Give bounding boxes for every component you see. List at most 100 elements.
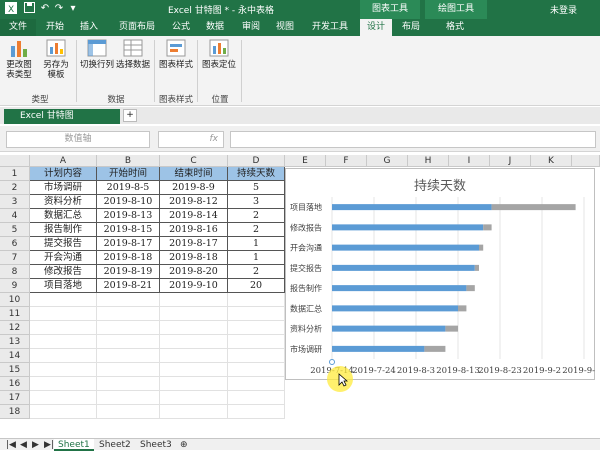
column-header-j[interactable]: J xyxy=(490,155,531,167)
table-cell[interactable]: 2019-8-21 xyxy=(97,279,160,293)
table-header-cell[interactable]: 持续天数 xyxy=(228,167,285,181)
row-header[interactable]: 8 xyxy=(0,265,30,279)
column-header-d[interactable]: D xyxy=(228,155,285,167)
empty-cell[interactable] xyxy=(160,391,228,405)
row-header[interactable]: 15 xyxy=(0,363,30,377)
empty-cell[interactable] xyxy=(228,349,285,363)
empty-cell[interactable] xyxy=(30,335,97,349)
table-cell[interactable]: 提交报告 xyxy=(30,237,97,251)
column-header-f[interactable]: F xyxy=(326,155,367,167)
empty-cell[interactable] xyxy=(97,363,160,377)
chart-bar-start[interactable] xyxy=(332,224,484,231)
empty-cell[interactable] xyxy=(228,391,285,405)
table-cell[interactable]: 2019-9-10 xyxy=(160,279,228,293)
row-header[interactable]: 10 xyxy=(0,293,30,307)
row-header[interactable]: 12 xyxy=(0,321,30,335)
table-cell[interactable]: 5 xyxy=(228,181,285,195)
empty-cell[interactable] xyxy=(228,335,285,349)
tab-formulas[interactable]: 公式 xyxy=(166,19,196,36)
table-cell[interactable]: 2019-8-15 xyxy=(97,223,160,237)
table-cell[interactable]: 2019-8-17 xyxy=(160,237,228,251)
row-header[interactable]: 9 xyxy=(0,279,30,293)
name-box[interactable]: 数值轴 xyxy=(6,131,150,148)
table-cell[interactable]: 市场调研 xyxy=(30,181,97,195)
table-cell[interactable]: 2019-8-9 xyxy=(160,181,228,195)
chart-bar-duration[interactable] xyxy=(466,285,475,292)
empty-cell[interactable] xyxy=(160,405,228,419)
chart-bar-start[interactable] xyxy=(332,285,467,292)
table-cell[interactable]: 资料分析 xyxy=(30,195,97,209)
tab-format[interactable]: 格式 xyxy=(440,19,470,36)
tab-view[interactable]: 视图 xyxy=(270,19,300,36)
chart-bar-duration[interactable] xyxy=(424,345,446,352)
empty-cell[interactable] xyxy=(97,335,160,349)
row-header[interactable]: 2 xyxy=(0,181,30,195)
tab-layout[interactable]: 布局 xyxy=(396,19,426,36)
table-cell[interactable]: 2019-8-20 xyxy=(160,265,228,279)
table-cell[interactable]: 数据汇总 xyxy=(30,209,97,223)
chart-bar-duration[interactable] xyxy=(479,244,484,251)
switch-row-column-button[interactable]: 切换行列 xyxy=(80,38,114,70)
table-cell[interactable]: 2019-8-19 xyxy=(97,265,160,279)
column-header-k[interactable]: K xyxy=(531,155,572,167)
chart-bar-duration[interactable] xyxy=(483,224,492,231)
fx-icon[interactable]: fx xyxy=(158,131,224,148)
tab-insert[interactable]: 插入 xyxy=(74,19,104,36)
row-header[interactable]: 11 xyxy=(0,307,30,321)
axis-selection-handle[interactable] xyxy=(329,359,335,365)
save-as-template-button[interactable]: 另存为模板 xyxy=(40,38,72,80)
chart-bar-duration[interactable] xyxy=(491,204,576,211)
table-header-cell[interactable]: 计划内容 xyxy=(30,167,97,181)
change-chart-type-button[interactable]: 更改图表类型 xyxy=(4,38,34,80)
table-cell[interactable]: 2 xyxy=(228,265,285,279)
undo-icon[interactable]: ↶ xyxy=(38,2,52,16)
chart-bar-duration[interactable] xyxy=(474,264,479,271)
chart-bar-duration[interactable] xyxy=(445,325,458,332)
chart-bar-start[interactable] xyxy=(332,244,479,251)
login-status[interactable]: 未登录 xyxy=(550,3,577,16)
column-header-b[interactable]: B xyxy=(97,155,160,167)
empty-cell[interactable] xyxy=(30,307,97,321)
tab-developer[interactable]: 开发工具 xyxy=(304,19,356,36)
column-header-a[interactable]: A xyxy=(30,155,97,167)
row-header[interactable]: 4 xyxy=(0,209,30,223)
column-header-g[interactable]: G xyxy=(367,155,408,167)
row-header[interactable]: 13 xyxy=(0,335,30,349)
empty-cell[interactable] xyxy=(30,377,97,391)
chart-bar-start[interactable] xyxy=(332,325,446,332)
row-header[interactable]: 18 xyxy=(0,405,30,419)
table-cell[interactable]: 2019-8-12 xyxy=(160,195,228,209)
row-header[interactable]: 7 xyxy=(0,251,30,265)
empty-cell[interactable] xyxy=(30,349,97,363)
row-header[interactable]: 6 xyxy=(0,237,30,251)
chart-bar-duration[interactable] xyxy=(458,305,467,312)
empty-cell[interactable] xyxy=(160,335,228,349)
table-cell[interactable]: 3 xyxy=(228,195,285,209)
row-header[interactable]: 5 xyxy=(0,223,30,237)
table-cell[interactable]: 2019-8-16 xyxy=(160,223,228,237)
empty-cell[interactable] xyxy=(30,293,97,307)
column-header-i[interactable]: I xyxy=(449,155,490,167)
empty-cell[interactable] xyxy=(30,321,97,335)
sheet-tab-sheet3[interactable]: Sheet3 xyxy=(136,439,176,451)
chart-style-button[interactable]: 图表样式 xyxy=(158,38,194,70)
empty-cell[interactable] xyxy=(97,307,160,321)
row-header[interactable]: 1 xyxy=(0,167,30,181)
empty-cell[interactable] xyxy=(30,363,97,377)
table-cell[interactable]: 2019-8-18 xyxy=(160,251,228,265)
column-header-h[interactable]: H xyxy=(408,155,449,167)
empty-cell[interactable] xyxy=(97,293,160,307)
table-cell[interactable]: 1 xyxy=(228,237,285,251)
table-header-cell[interactable]: 开始时间 xyxy=(97,167,160,181)
table-header-cell[interactable]: 结束时间 xyxy=(160,167,228,181)
save-icon[interactable] xyxy=(22,2,36,16)
empty-cell[interactable] xyxy=(228,405,285,419)
empty-cell[interactable] xyxy=(97,391,160,405)
chart-bar-start[interactable] xyxy=(332,264,475,271)
empty-cell[interactable] xyxy=(160,293,228,307)
sheet-tab-sheet2[interactable]: Sheet2 xyxy=(95,439,135,451)
tab-data[interactable]: 数据 xyxy=(200,19,230,36)
empty-cell[interactable] xyxy=(97,405,160,419)
chart-bar-start[interactable] xyxy=(332,305,458,312)
select-data-button[interactable]: 选择数据 xyxy=(116,38,150,70)
